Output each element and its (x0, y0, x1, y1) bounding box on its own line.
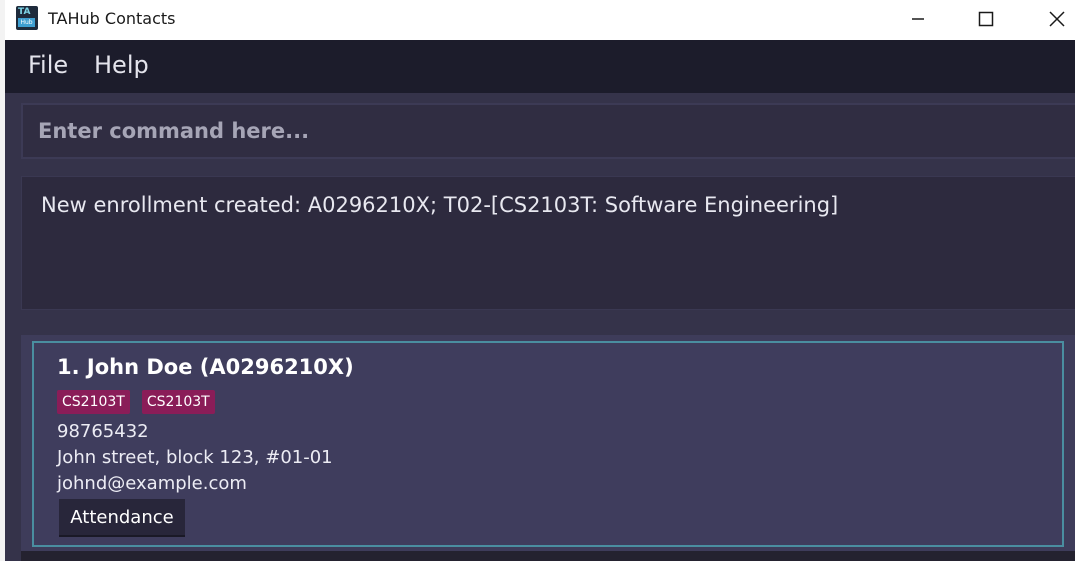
person-card[interactable]: 1. John Doe (A0296210X) CS2103T CS2103T … (32, 341, 1064, 547)
app-logo-bottom-text: Hub (18, 18, 35, 27)
result-display: New enrollment created: A0296210X; T02-[… (21, 176, 1075, 310)
close-icon (1049, 11, 1065, 27)
person-list-panel[interactable]: 1. John Doe (A0296210X) CS2103T CS2103T … (21, 335, 1075, 561)
menu-bar: File Help (5, 40, 1075, 93)
window-title: TAHub Contacts (48, 9, 176, 28)
person-phone: 98765432 (57, 421, 149, 442)
person-address: John street, block 123, #01-01 (57, 447, 333, 468)
course-tag: CS2103T (141, 390, 215, 414)
person-email: johnd@example.com (57, 473, 247, 494)
minimize-button[interactable] (895, 0, 941, 38)
menu-help[interactable]: Help (94, 51, 149, 79)
attendance-button[interactable]: Attendance (59, 499, 185, 537)
maximize-button[interactable] (963, 0, 1009, 38)
course-tag: CS2103T (57, 390, 130, 414)
title-bar[interactable]: TA Hub TAHub Contacts (5, 0, 1075, 40)
app-logo-icon: TA Hub (16, 6, 38, 30)
close-button[interactable] (1034, 0, 1075, 38)
menu-file[interactable]: File (28, 51, 68, 79)
command-box (21, 103, 1075, 159)
tag-list: CS2103T CS2103T (57, 390, 215, 414)
minimize-icon (912, 18, 924, 20)
list-bottom-border (21, 551, 1075, 561)
person-name: 1. John Doe (A0296210X) (57, 355, 354, 379)
command-input[interactable] (23, 105, 1075, 157)
app-logo-top-text: TA (18, 7, 31, 17)
result-message: New enrollment created: A0296210X; T02-[… (41, 193, 839, 217)
app-window: TA Hub TAHub Contacts File Help Enter co… (5, 0, 1075, 561)
maximize-icon (978, 11, 994, 27)
main-area: New enrollment created: A0296210X; T02-[… (5, 93, 1075, 561)
